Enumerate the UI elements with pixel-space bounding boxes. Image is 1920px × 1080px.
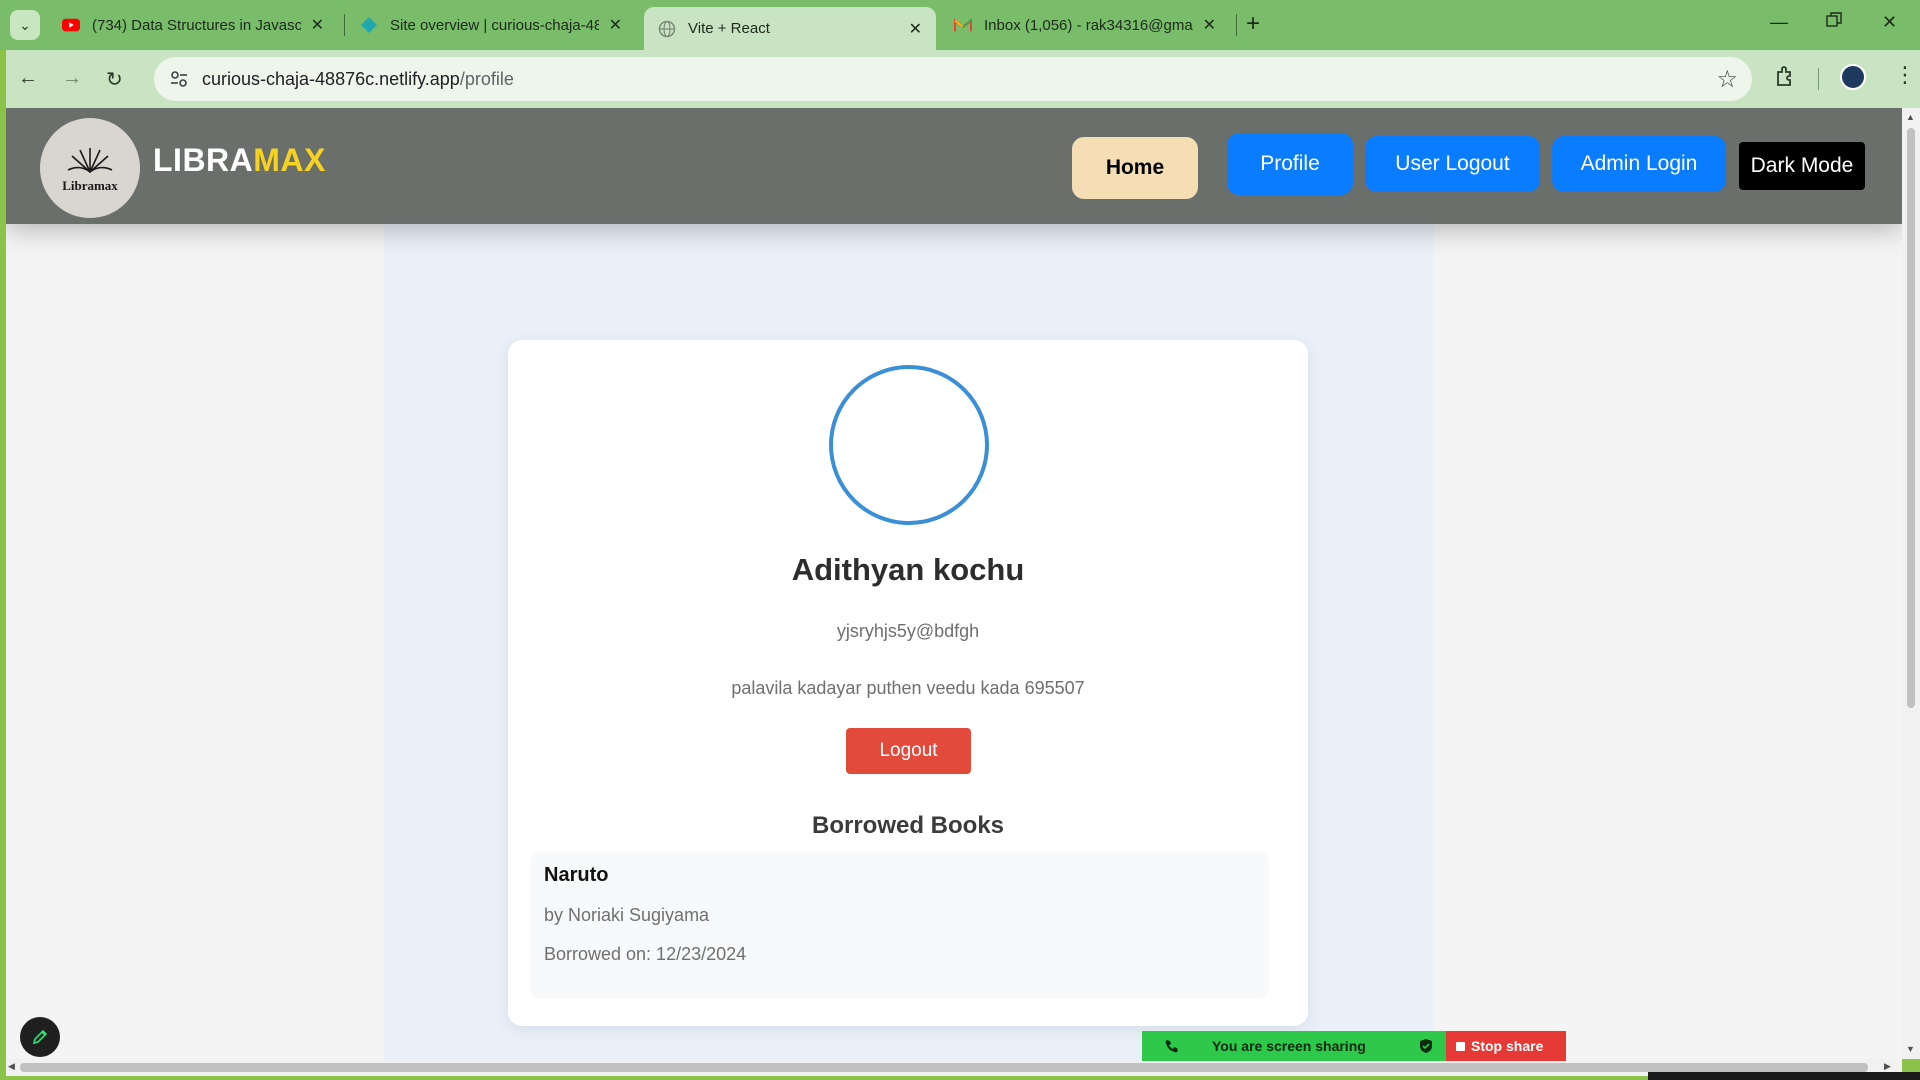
vertical-scrollbar[interactable]: ▲ ▼ xyxy=(1902,108,1920,1059)
logout-button[interactable]: Logout xyxy=(846,728,971,774)
forward-arrow-icon[interactable]: → xyxy=(62,67,82,90)
tab-title: (734) Data Structures in Javascrip xyxy=(92,16,301,34)
close-icon[interactable]: ✕ xyxy=(909,19,922,39)
youtube-icon xyxy=(62,16,80,34)
bookmark-star-icon[interactable]: ☆ xyxy=(1716,65,1738,94)
globe-icon xyxy=(658,20,676,38)
tab-youtube[interactable]: (734) Data Structures in Javascrip ✕ xyxy=(48,7,338,43)
avatar xyxy=(829,365,989,525)
profile-avatar-icon[interactable] xyxy=(1840,64,1866,90)
logo-wordmark: Libramax xyxy=(62,178,118,193)
tab-title: Site overview | curious-chaja-48 xyxy=(390,16,599,34)
restore-icon[interactable] xyxy=(1826,12,1842,33)
user-logout-button[interactable]: User Logout xyxy=(1365,136,1540,192)
scroll-down-arrow-icon[interactable]: ▼ xyxy=(1906,1044,1915,1054)
profile-name: Adithyan kochu xyxy=(791,552,1025,587)
borrowed-books-heading: Borrowed Books xyxy=(811,812,1005,839)
minimize-icon[interactable]: — xyxy=(1770,12,1788,33)
back-arrow-icon[interactable]: ← xyxy=(18,67,38,90)
window-frame-bottom xyxy=(0,1076,1920,1080)
screen-share-label: You are screen sharing xyxy=(1212,1038,1366,1054)
site-header: Libramax LIBRAMAX Home Profile User Logo… xyxy=(6,108,1902,224)
scroll-left-arrow-icon[interactable]: ◀ xyxy=(8,1061,15,1072)
tab-title: Inbox (1,056) - rak34316@gmail xyxy=(984,16,1193,34)
tab-separator xyxy=(344,14,345,36)
address-bar[interactable]: curious-chaja-48876c.netlify.app/profile… xyxy=(154,57,1752,101)
open-book-logo-icon xyxy=(67,148,113,174)
browser-toolbar: ← → ↻ curious-chaja-48876c.netlify.app/p… xyxy=(6,50,1920,108)
stop-square-icon xyxy=(1456,1041,1465,1051)
list-item: Naruto by Noriaki Sugiyama Borrowed on: … xyxy=(532,852,1267,996)
admin-login-button[interactable]: Admin Login xyxy=(1552,136,1726,192)
scrollbar-thumb[interactable] xyxy=(1907,128,1915,708)
scrollbar-thumb[interactable] xyxy=(20,1063,1868,1072)
pencil-icon xyxy=(32,1029,48,1045)
book-title: Naruto xyxy=(544,864,609,886)
new-tab-plus-icon[interactable]: + xyxy=(1246,10,1260,38)
close-icon[interactable]: ✕ xyxy=(609,15,622,35)
site-logo[interactable]: Libramax xyxy=(40,118,140,218)
url-text: curious-chaja-48876c.netlify.app/profile xyxy=(202,69,514,90)
brand-main: LIBRA xyxy=(153,142,254,178)
profile-card: Adithyan kochu yjsryhjs5y@bdfgh palavila… xyxy=(508,340,1308,1026)
screen-share-bar: You are screen sharing Stop share xyxy=(1142,1031,1566,1061)
reload-icon[interactable]: ↻ xyxy=(106,67,123,92)
toolbar-divider xyxy=(1818,68,1819,90)
horizontal-scrollbar[interactable]: ◀ ▶ xyxy=(6,1059,1902,1076)
stop-share-button[interactable]: Stop share xyxy=(1446,1031,1566,1061)
brand-title: LIBRAMAX xyxy=(153,142,326,179)
netlify-icon xyxy=(360,16,378,34)
scroll-up-arrow-icon[interactable]: ▲ xyxy=(1906,112,1915,122)
brand-accent: MAX xyxy=(253,142,326,178)
book-author: by Noriaki Sugiyama xyxy=(544,905,710,925)
stop-share-label: Stop share xyxy=(1471,1038,1544,1054)
url-path: /profile xyxy=(459,69,514,89)
profile-button[interactable]: Profile xyxy=(1227,133,1353,195)
screen-share-status: You are screen sharing xyxy=(1142,1031,1446,1061)
site-settings-icon[interactable] xyxy=(168,68,190,90)
edit-pencil-button[interactable] xyxy=(20,1017,60,1057)
phone-icon xyxy=(1164,1038,1180,1057)
window-close-icon[interactable]: ✕ xyxy=(1882,12,1897,33)
close-icon[interactable]: ✕ xyxy=(1203,15,1216,35)
close-icon[interactable]: ✕ xyxy=(311,15,324,35)
kebab-menu-icon[interactable]: ⋮ xyxy=(1894,62,1916,88)
taskbar-edge xyxy=(1648,1072,1920,1080)
shield-check-icon xyxy=(1418,1038,1434,1057)
browser-tab-strip: ⌄ (734) Data Structures in Javascrip ✕ S… xyxy=(0,0,1920,50)
dark-mode-button[interactable]: Dark Mode xyxy=(1739,142,1865,190)
url-host: curious-chaja-48876c.netlify.app xyxy=(202,69,460,89)
profile-email: yjsryhjs5y@bdfgh xyxy=(836,621,980,641)
tab-title: Vite + React xyxy=(688,20,770,37)
book-borrowed-date: Borrowed on: 12/23/2024 xyxy=(544,944,747,964)
page-viewport: Libramax LIBRAMAX Home Profile User Logo… xyxy=(6,108,1902,1059)
tab-vite-react[interactable]: Vite + React ✕ xyxy=(644,7,936,50)
gmail-icon xyxy=(954,16,972,34)
home-button[interactable]: Home xyxy=(1072,137,1198,199)
tab-separator xyxy=(1236,14,1237,36)
tab-search-chevron-icon[interactable]: ⌄ xyxy=(10,10,40,40)
profile-address: palavila kadayar puthen veedu kada 69550… xyxy=(731,678,1085,698)
tab-netlify[interactable]: Site overview | curious-chaja-48 ✕ xyxy=(346,7,636,43)
scroll-right-arrow-icon[interactable]: ▶ xyxy=(1884,1061,1891,1072)
tab-gmail[interactable]: Inbox (1,056) - rak34316@gmail ✕ xyxy=(940,7,1230,43)
extensions-puzzle-icon[interactable] xyxy=(1774,64,1800,90)
